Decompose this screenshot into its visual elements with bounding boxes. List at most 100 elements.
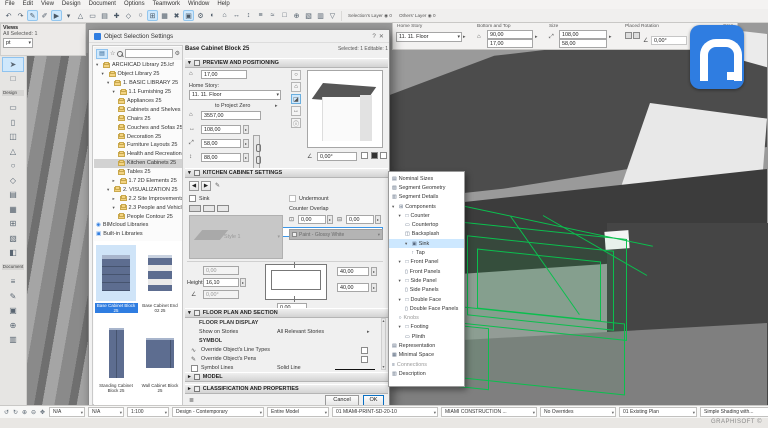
project-zero-field[interactable]: 3557,00 — [201, 111, 261, 120]
toolbar-icon[interactable]: ⊞ — [147, 10, 158, 21]
menu-item[interactable]: Design — [62, 1, 81, 8]
mirror-checkbox[interactable] — [361, 152, 368, 159]
toolbar-icon[interactable]: ↷ — [15, 10, 26, 21]
library-tree-item[interactable]: ▾ 2.3 People and Vehicles 25 — [94, 203, 182, 212]
preview-front-view-button[interactable]: ⌂ — [291, 82, 301, 92]
anchor-label[interactable]: to Project Zero — [215, 103, 250, 109]
selected-cabinet-wireframe[interactable] — [427, 204, 653, 400]
component-menu-item[interactable]: ▤ Representation — [389, 341, 464, 350]
toolbar-icon[interactable]: ▦ — [159, 10, 170, 21]
tool-icon[interactable]: ◇ — [2, 173, 24, 188]
link-dimensions-toggle[interactable] — [253, 135, 261, 172]
menu-item[interactable]: Help — [217, 1, 229, 8]
component-menu-item[interactable]: ▭ Plinth — [389, 332, 464, 341]
sink-style-preview[interactable]: Style 1 ▾ — [189, 215, 283, 259]
preview-info-button[interactable]: ⓘ — [291, 118, 301, 128]
toolbar-icon[interactable]: ▥ — [315, 10, 326, 21]
tree-expander-icon[interactable]: ▸ — [113, 178, 118, 184]
sink-width-flyout[interactable]: ▸ — [371, 283, 377, 292]
tool-icon[interactable]: ◧ — [2, 246, 24, 261]
toolbar-icon[interactable]: ▣ — [183, 10, 194, 21]
cancel-button[interactable]: Cancel — [325, 394, 359, 406]
overlap-x-flyout[interactable]: ▸ — [327, 215, 333, 224]
library-tree-item[interactable]: ◉ BIMcloud Libraries — [94, 221, 182, 230]
tool-icon[interactable]: ▦ — [2, 202, 24, 217]
toolbar-icon[interactable]: ✎ — [27, 10, 38, 21]
views-unit-combo[interactable]: pt — [3, 38, 33, 48]
library-tree-item[interactable]: ▸ 1.7 2D Elements 25 — [94, 177, 182, 186]
statusbar-nav-icon[interactable]: ⊕ — [20, 409, 29, 416]
toolbar-icon[interactable]: ▽ — [327, 10, 338, 21]
clear-swatch-button[interactable] — [380, 152, 387, 159]
library-tree-item[interactable]: Chairs 25 — [94, 114, 182, 123]
component-menu-item[interactable]: ≡ Connections — [389, 360, 464, 369]
tool-icon[interactable]: ⊕ — [2, 318, 24, 333]
sink-height-flyout[interactable]: ▸ — [240, 278, 246, 287]
home-story-flyout[interactable]: ▸ — [463, 34, 466, 40]
library-tree-item[interactable]: ▾ 1.1 Furnishing 25 — [94, 88, 182, 97]
override-pens-checkbox[interactable] — [361, 356, 368, 363]
sink-shape-round-button[interactable] — [217, 205, 229, 212]
tool-icon[interactable]: ▥ — [2, 333, 24, 348]
eyedropper-icon[interactable]: ✎ — [215, 182, 220, 189]
statusbar-dropdown[interactable]: 01 MIAMI-PRINT-SD-20-10 — [332, 407, 438, 417]
menu-item[interactable]: File — [5, 1, 15, 8]
component-menu-item[interactable]: ▾ □ Front Panel — [389, 258, 464, 267]
component-menu-item[interactable]: ▯ Double Face Panels — [389, 304, 464, 313]
show-on-stories-value[interactable]: All Relevant Stories — [277, 329, 324, 335]
statusbar-nav-icon[interactable]: ↻ — [11, 409, 20, 416]
toolbar-icon[interactable]: ✖ — [171, 10, 182, 21]
tool-icon[interactable]: △ — [2, 144, 24, 159]
component-menu-item[interactable]: ▾ □ Footing — [389, 323, 464, 332]
tree-expander-icon[interactable]: ▾ — [399, 213, 404, 219]
statusbar-dropdown[interactable]: Entire Model — [267, 407, 329, 417]
toolbar-icon[interactable]: ⚙ — [195, 10, 206, 21]
tree-expander-icon[interactable]: ▾ — [392, 204, 397, 210]
bottom-elevation-field[interactable]: 17,00 — [487, 39, 533, 48]
toolbar-icon[interactable]: ↔ — [231, 10, 242, 21]
object-thumbnail[interactable]: Standing Cabinet Block 25 — [94, 321, 138, 401]
symbol-lines-value[interactable]: Solid Line — [277, 365, 301, 371]
component-menu-item[interactable]: ▯ Front Panels — [389, 267, 464, 276]
rotation-toggle-a[interactable] — [625, 32, 632, 39]
toolbar-icon[interactable]: ⊕ — [291, 10, 302, 21]
menu-item[interactable]: Window — [188, 1, 209, 8]
size-width-field[interactable]: 108,00 — [559, 30, 607, 39]
menu-item[interactable]: View — [41, 1, 54, 8]
tool-icon[interactable]: ≡ — [2, 275, 24, 290]
tree-expander-icon[interactable]: ▾ — [399, 278, 404, 284]
library-tree-item[interactable]: Furniture Layouts 25 — [94, 141, 182, 150]
sink-shape-oval-button[interactable] — [203, 205, 215, 212]
toolbar-icon[interactable]: ✐ — [39, 10, 50, 21]
preview-top-view-button[interactable]: ○ — [291, 70, 301, 80]
home-story-combo[interactable]: 11. 11. Floor — [189, 90, 281, 100]
library-tree-item[interactable]: ▣ Built-in Libraries — [94, 230, 182, 239]
others-layer-indicator[interactable]: Others' Layer ◉ 0 — [396, 13, 439, 19]
panel-header-classification[interactable]: ▸ CLASSIFICATION AND PROPERTIES — [185, 384, 388, 394]
overlap-y-flyout[interactable]: ▸ — [375, 215, 381, 224]
search-input[interactable] — [125, 49, 173, 58]
toolbar-icon[interactable]: ◐ — [207, 10, 218, 21]
size-flyout[interactable]: ▸ — [609, 34, 612, 40]
bottom-offset-field[interactable]: 17,00 — [201, 70, 247, 79]
height-flyout[interactable]: ▸ — [243, 153, 249, 162]
placed-rotation-field[interactable]: 0,00° — [651, 36, 687, 45]
panel-header-kitchen[interactable]: ▾ KITCHEN CABINET SETTINGS — [185, 168, 388, 178]
preview-side-view-button[interactable]: ↔ — [291, 106, 301, 116]
toolbar-icon[interactable]: ▧ — [303, 10, 314, 21]
library-tree-item[interactable]: ▾ Object Library 25 — [94, 70, 182, 79]
tool-icon[interactable]: ◫ — [2, 130, 24, 145]
toolbar-icon[interactable]: ○ — [135, 10, 146, 21]
library-tree-item[interactable]: ▾ ARCHICAD Library 25.lcf — [94, 61, 182, 70]
tool-icon[interactable]: ▯ — [2, 115, 24, 130]
component-menu-item[interactable]: ○ Knobs — [389, 313, 464, 322]
toolbar-icon[interactable]: ▤ — [99, 10, 110, 21]
statusbar-dropdown[interactable]: No Overrides — [540, 407, 616, 417]
object-thumbnail[interactable]: Wall Cabinet Block 25 — [138, 321, 182, 401]
top-elevation-field[interactable]: 90,00 — [487, 30, 533, 39]
tree-expander-icon[interactable]: ▾ — [399, 297, 404, 303]
toolbar-icon[interactable]: ▭ — [87, 10, 98, 21]
statusbar-dropdown[interactable]: N/A — [49, 407, 85, 417]
library-tree-item[interactable]: ▾ 2. VISUALIZATION 25 — [94, 185, 182, 194]
toolbar-icon[interactable]: ◇ — [123, 10, 134, 21]
